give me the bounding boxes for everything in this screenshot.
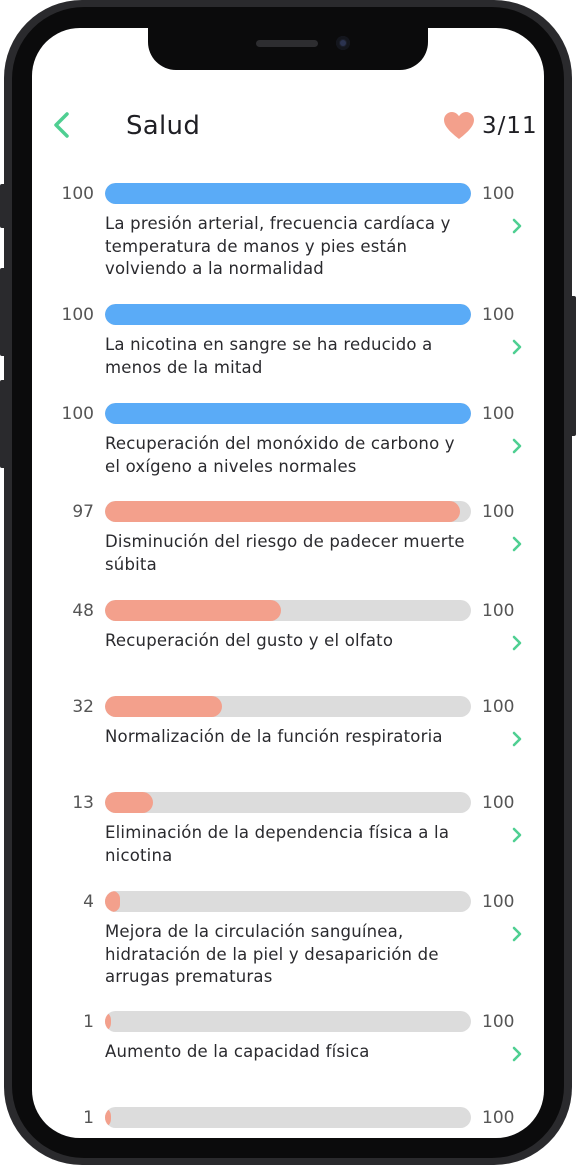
chevron-right-icon[interactable] bbox=[509, 216, 525, 236]
progress-fill bbox=[105, 183, 471, 204]
app-screen: Salud 3/11 100 100 La presión arterial, fr… bbox=[32, 28, 544, 1138]
notch bbox=[148, 28, 428, 70]
side-button-right bbox=[570, 296, 576, 436]
max-value: 100 bbox=[482, 1012, 515, 1032]
front-camera bbox=[336, 36, 350, 50]
progress-track bbox=[105, 183, 471, 204]
current-value: 32 bbox=[72, 697, 94, 717]
chevron-right-icon[interactable] bbox=[509, 436, 525, 456]
progress-track bbox=[105, 501, 471, 522]
progress-track bbox=[105, 304, 471, 325]
chevron-right-icon[interactable] bbox=[509, 633, 525, 653]
side-button-left-mid bbox=[0, 268, 6, 356]
progress-fill bbox=[105, 696, 223, 717]
item-label: Recuperación del monóxido de carbono y e… bbox=[105, 434, 455, 476]
progress-fill bbox=[105, 891, 120, 912]
max-value: 100 bbox=[482, 502, 515, 522]
item-label: La presión arterial, frecuencia cardíaca… bbox=[105, 214, 451, 278]
progress-fill bbox=[105, 1011, 111, 1032]
item-label: Normalización de la función respiratoria bbox=[105, 727, 443, 746]
current-value: 1 bbox=[83, 1012, 94, 1032]
item-label: Mejora de la circulación sanguínea, hidr… bbox=[105, 922, 439, 986]
max-value: 100 bbox=[482, 793, 515, 813]
item-label: Disminución del riesgo de accidente cere… bbox=[105, 1137, 475, 1138]
current-value: 100 bbox=[61, 404, 94, 424]
chevron-right-icon[interactable] bbox=[509, 534, 525, 554]
progress-fill bbox=[105, 304, 471, 325]
current-value: 100 bbox=[61, 184, 94, 204]
current-value: 48 bbox=[72, 601, 94, 621]
chevron-right-icon[interactable] bbox=[509, 337, 525, 357]
item-label: La nicotina en sangre se ha reducido a m… bbox=[105, 335, 433, 377]
max-value: 100 bbox=[482, 305, 515, 325]
back-chevron-icon[interactable] bbox=[50, 110, 74, 140]
progress-track bbox=[105, 1107, 471, 1128]
max-value: 100 bbox=[482, 892, 515, 912]
progress-fill bbox=[105, 600, 281, 621]
heart-icon bbox=[444, 112, 474, 139]
item-label: Aumento de la capacidad física bbox=[105, 1042, 370, 1061]
current-value: 4 bbox=[83, 892, 94, 912]
achievement-count: 3/11 bbox=[482, 113, 538, 139]
side-button-left-low bbox=[0, 380, 6, 468]
chevron-right-icon[interactable] bbox=[509, 924, 525, 944]
max-value: 100 bbox=[482, 601, 515, 621]
progress-track bbox=[105, 403, 471, 424]
current-value: 100 bbox=[61, 305, 94, 325]
item-label: Disminución del riesgo de padecer muerte… bbox=[105, 532, 465, 574]
max-value: 100 bbox=[482, 697, 515, 717]
max-value: 100 bbox=[482, 1108, 515, 1128]
max-value: 100 bbox=[482, 404, 515, 424]
page-title: Salud bbox=[126, 111, 201, 141]
progress-track bbox=[105, 1011, 471, 1032]
item-label: Recuperación del gusto y el olfato bbox=[105, 631, 394, 650]
chevron-right-icon[interactable] bbox=[509, 1044, 525, 1064]
item-label: Eliminación de la dependencia física a l… bbox=[105, 823, 450, 865]
progress-track bbox=[105, 696, 471, 717]
current-value: 97 bbox=[72, 502, 94, 522]
side-button-left-top bbox=[0, 184, 6, 228]
max-value: 100 bbox=[482, 184, 515, 204]
chevron-right-icon[interactable] bbox=[509, 729, 525, 749]
progress-fill bbox=[105, 792, 153, 813]
speaker-grille bbox=[256, 40, 318, 47]
current-value: 13 bbox=[72, 793, 94, 813]
progress-fill bbox=[105, 403, 471, 424]
progress-fill bbox=[105, 1107, 111, 1128]
progress-track bbox=[105, 891, 471, 912]
progress-fill bbox=[105, 501, 461, 522]
progress-track bbox=[105, 792, 471, 813]
progress-track bbox=[105, 600, 471, 621]
current-value: 1 bbox=[83, 1108, 94, 1128]
chevron-right-icon[interactable] bbox=[509, 825, 525, 845]
